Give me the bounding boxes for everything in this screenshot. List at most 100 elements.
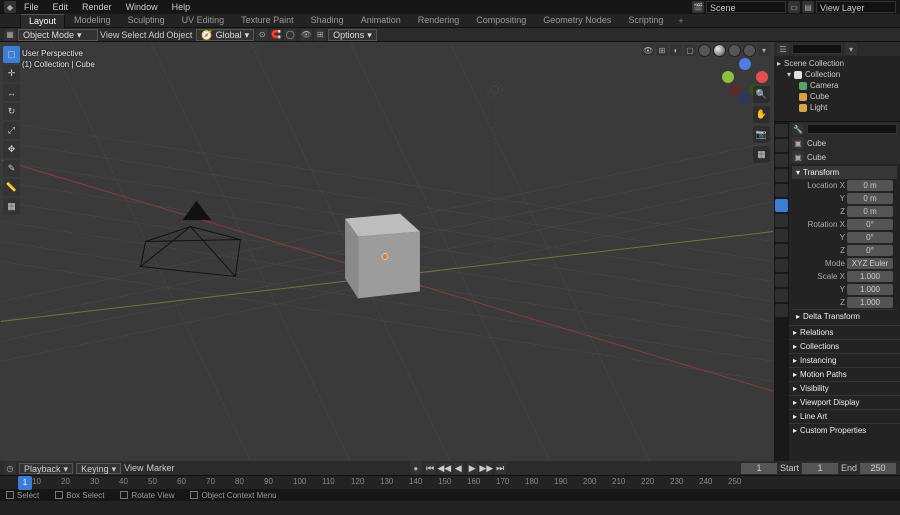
outliner-editor-icon[interactable]: ☰	[777, 43, 789, 55]
tool-cursor[interactable]: ✛	[3, 65, 20, 82]
filter-icon[interactable]: ▾	[845, 43, 857, 55]
playhead[interactable]: 1	[18, 476, 32, 490]
tab-world[interactable]	[775, 184, 788, 197]
nav-zoom[interactable]: 🔍	[753, 86, 770, 103]
tool-move[interactable]: ↔	[3, 84, 20, 101]
tool-add-cube[interactable]: ▦	[3, 198, 20, 215]
tool-select-box[interactable]: ▢	[3, 46, 20, 63]
tab-modifier[interactable]	[775, 214, 788, 227]
playback-menu[interactable]: Playback▾	[19, 463, 73, 474]
tab-material[interactable]	[775, 289, 788, 302]
viewlayer-field[interactable]: View Layer	[816, 1, 896, 13]
panel-delta[interactable]: ▸Delta Transform	[792, 309, 897, 323]
props-search[interactable]	[807, 124, 897, 134]
nav-camera[interactable]: 📷	[753, 126, 770, 143]
jump-start[interactable]: ⏮	[425, 463, 436, 474]
tab-particle[interactable]	[775, 229, 788, 242]
keying-menu[interactable]: Keying▾	[76, 463, 121, 474]
proportional-icon[interactable]: ◯	[284, 29, 296, 41]
workspace-add[interactable]: +	[672, 16, 689, 26]
scale-y[interactable]: 1.000	[847, 284, 893, 295]
location-x[interactable]: 0 m	[847, 180, 893, 191]
panel-custom-properties[interactable]: ▸Custom Properties	[789, 423, 900, 437]
snap-icon[interactable]: 🧲	[270, 29, 282, 41]
gizmo-toggle[interactable]: ⊞	[314, 29, 326, 41]
outliner-item-cube[interactable]: Cube	[777, 91, 897, 102]
tab-constraint[interactable]	[775, 259, 788, 272]
shading-material[interactable]	[728, 44, 741, 57]
outliner-search[interactable]	[792, 44, 842, 54]
tab-sculpting[interactable]: Sculpting	[120, 14, 173, 27]
nav-persp[interactable]: ▦	[753, 146, 770, 163]
orientation-dropdown[interactable]: 🧭Global▾	[196, 29, 254, 41]
scene-name-field[interactable]: Scene	[706, 1, 786, 13]
viewlayer-new-icon[interactable]: ▭	[788, 1, 800, 13]
rotation-x[interactable]: 0°	[847, 219, 893, 230]
menu-render[interactable]: Render	[76, 1, 118, 13]
tab-texture[interactable]: Texture Paint	[233, 14, 302, 27]
tab-rendering[interactable]: Rendering	[410, 14, 468, 27]
keyframe-next[interactable]: ▶▶	[481, 463, 492, 474]
menu-add[interactable]: Add	[148, 30, 164, 40]
options-dropdown[interactable]: Options▾	[328, 29, 377, 41]
menu-file[interactable]: File	[18, 1, 45, 13]
tab-geonodes[interactable]: Geometry Nodes	[535, 14, 619, 27]
panel-viewport-display[interactable]: ▸Viewport Display	[789, 395, 900, 409]
overlay-toggle[interactable]: 👁	[300, 29, 312, 41]
frame-end[interactable]: 250	[860, 463, 896, 474]
jump-end[interactable]: ⏭	[495, 463, 506, 474]
menu-window[interactable]: Window	[120, 1, 164, 13]
timeline-ruler[interactable]: 1 10203040506070809010011012013014015016…	[0, 475, 900, 489]
gizmo-neg-z[interactable]	[739, 92, 751, 104]
tool-measure[interactable]: 📏	[3, 179, 20, 196]
panel-transform[interactable]: ▾Transform	[792, 166, 897, 179]
shading-wireframe[interactable]	[698, 44, 711, 57]
nav-pan[interactable]: ✋	[753, 106, 770, 123]
timeline-editor-icon[interactable]: ◷	[4, 462, 16, 474]
play-reverse[interactable]: ◀	[453, 463, 464, 474]
tab-compositing[interactable]: Compositing	[468, 14, 534, 27]
tab-scene[interactable]	[775, 169, 788, 182]
timeline-marker[interactable]: Marker	[146, 463, 174, 473]
tab-render[interactable]	[775, 124, 788, 137]
outliner-item-camera[interactable]: Camera	[777, 80, 897, 91]
rotation-y[interactable]: 0°	[847, 232, 893, 243]
viewport-3d[interactable]: User Perspective (1) Collection | Cube ▢…	[0, 42, 774, 461]
editor-type-icon[interactable]: ▦	[4, 29, 16, 41]
tab-animation[interactable]: Animation	[353, 14, 409, 27]
mode-dropdown[interactable]: Object Mode▾	[18, 29, 98, 41]
tool-scale[interactable]: ⤢	[3, 122, 20, 139]
outliner-item-light[interactable]: Light	[777, 102, 897, 113]
tab-physics[interactable]	[775, 244, 788, 257]
overlay-icon[interactable]: ◐	[670, 44, 682, 56]
pivot-icon[interactable]: ⊙	[256, 29, 268, 41]
panel-collections[interactable]: ▸Collections	[789, 339, 900, 353]
gizmo-x[interactable]	[756, 71, 768, 83]
tab-uv[interactable]: UV Editing	[174, 14, 233, 27]
panel-motion-paths[interactable]: ▸Motion Paths	[789, 367, 900, 381]
location-y[interactable]: 0 m	[847, 193, 893, 204]
shading-solid[interactable]	[713, 44, 726, 57]
tab-scripting[interactable]: Scripting	[620, 14, 671, 27]
xray-icon[interactable]: ▢	[684, 44, 696, 56]
tab-output[interactable]	[775, 139, 788, 152]
scale-x[interactable]: 1.000	[847, 271, 893, 282]
outliner-scene-collection[interactable]: ▸Scene Collection	[777, 58, 897, 69]
tool-transform[interactable]: ✥	[3, 141, 20, 158]
tab-shading[interactable]: Shading	[303, 14, 352, 27]
tool-annotate[interactable]: ✎	[3, 160, 20, 177]
shading-options-icon[interactable]: ▾	[758, 44, 770, 56]
panel-visibility[interactable]: ▸Visibility	[789, 381, 900, 395]
panel-line-art[interactable]: ▸Line Art	[789, 409, 900, 423]
frame-start[interactable]: 1	[802, 463, 838, 474]
props-editor-icon[interactable]: 🔧	[792, 123, 804, 135]
keyframe-prev[interactable]: ◀◀	[439, 463, 450, 474]
panel-instancing[interactable]: ▸Instancing	[789, 353, 900, 367]
tab-viewlayer[interactable]	[775, 154, 788, 167]
gizmo-y[interactable]	[722, 71, 734, 83]
shading-rendered[interactable]	[743, 44, 756, 57]
blender-icon[interactable]: ◆	[4, 1, 16, 13]
autokey-icon[interactable]: ●	[410, 462, 422, 474]
outliner-collection[interactable]: ▾Collection	[777, 69, 897, 80]
play[interactable]: ▶	[467, 463, 478, 474]
